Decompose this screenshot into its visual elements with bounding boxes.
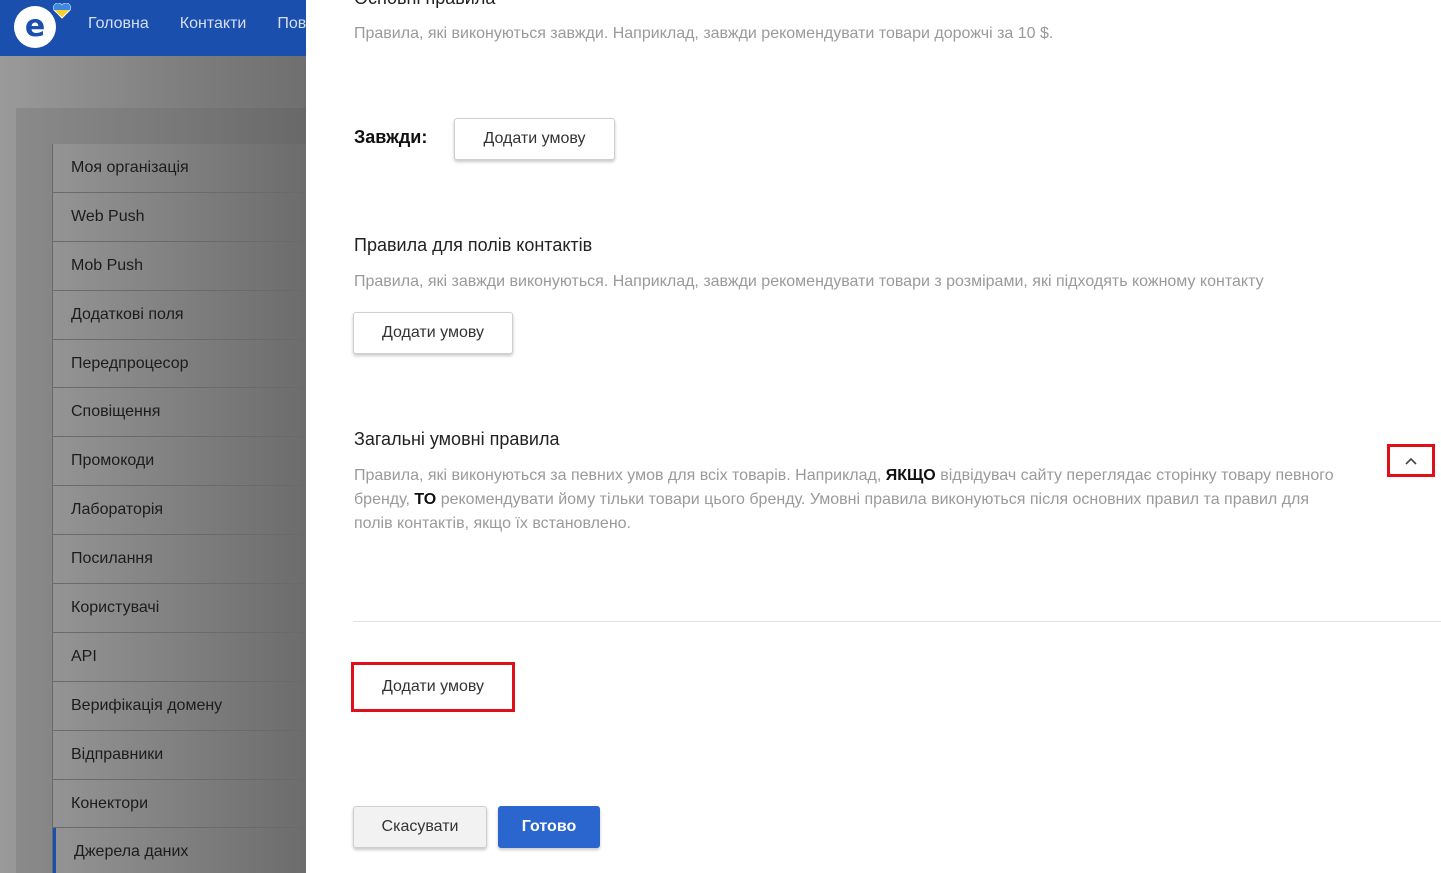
sidebar-item-promocodes[interactable]: Промокоди	[53, 437, 306, 487]
sidebar-item-connectors[interactable]: Конектори	[53, 780, 306, 829]
sidebar-item-label: API	[71, 647, 97, 665]
sidebar-item-label: Промокоди	[71, 452, 155, 470]
sidebar-item-label: Лабораторія	[71, 501, 164, 519]
collapse-section-button[interactable]	[1391, 448, 1431, 474]
always-label: Завжди:	[354, 127, 428, 147]
sidebar-item-data-sources[interactable]: Джерела даних	[53, 828, 306, 873]
contact-rules-description: Правила, які завжди виконуються. Наприкл…	[354, 273, 1264, 290]
sidebar-item-web-push[interactable]: Web Push	[53, 193, 306, 242]
chevron-up-icon	[1405, 457, 1417, 465]
background-app-overlay: e Головна Контакти Пові Моя організація …	[0, 0, 306, 873]
conditional-rules-title: Загальні умовні правила	[354, 429, 560, 449]
top-nav: Головна Контакти Пові	[88, 15, 306, 33]
done-button[interactable]: Готово	[498, 806, 600, 848]
sidebar-item-notifications[interactable]: Сповіщення	[53, 388, 306, 438]
nav-notifications[interactable]: Пові	[277, 15, 306, 33]
basic-rules-title: Основні правила	[354, 0, 495, 9]
nav-home[interactable]: Головна	[88, 15, 149, 33]
keyword-then: ТО	[414, 491, 437, 508]
add-condition-conditional-button[interactable]: Додати умову	[356, 667, 510, 707]
sidebar-item-label: Посилання	[71, 550, 153, 568]
sidebar-item-domain-verification[interactable]: Верифікація домену	[53, 682, 306, 731]
sidebar-item-preprocessor[interactable]: Передпроцесор	[53, 340, 306, 389]
app-logo[interactable]: e	[14, 6, 56, 48]
sidebar-item-users[interactable]: Користувачі	[53, 584, 306, 633]
logo-e-icon: e	[24, 9, 46, 44]
sidebar-item-api[interactable]: API	[53, 633, 306, 682]
settings-sidebar: Моя організація Web Push Mob Push Додатк…	[52, 144, 306, 873]
sidebar-item-label: Користувачі	[71, 598, 160, 616]
sidebar-item-label: Джерела даних	[74, 843, 189, 861]
heart-icon	[52, 3, 72, 19]
top-navbar: e Головна Контакти Пові	[0, 0, 306, 56]
desc-text: Правила, які виконуються за певних умов …	[354, 467, 886, 484]
sidebar-item-label: Моя організація	[71, 158, 189, 176]
basic-rules-description: Правила, які виконуються завжди. Наприкл…	[354, 25, 1054, 42]
keyword-if: ЯКЩО	[885, 467, 936, 484]
sidebar-item-links[interactable]: Посилання	[53, 535, 306, 585]
sidebar-item-label: Сповіщення	[71, 403, 161, 421]
add-condition-always-button[interactable]: Додати умову	[454, 118, 615, 160]
contact-rules-title: Правила для полів контактів	[354, 235, 593, 255]
conditional-rules-description: Правила, які виконуються за певних умов …	[354, 464, 1344, 536]
section-divider	[353, 621, 1441, 622]
desc-text: рекомендувати йому тільки товари цього б…	[354, 491, 1310, 532]
sidebar-item-label: Web Push	[71, 207, 145, 225]
add-condition-contact-button[interactable]: Додати умову	[353, 312, 513, 354]
rules-panel: Основні правила Правила, які виконуються…	[306, 0, 1441, 873]
sidebar-item-label: Mob Push	[71, 256, 144, 274]
sidebar-item-senders[interactable]: Відправники	[53, 731, 306, 780]
sidebar-item-mob-push[interactable]: Mob Push	[53, 242, 306, 291]
sidebar-item-label: Конектори	[71, 794, 149, 812]
sidebar-item-organization[interactable]: Моя організація	[53, 144, 306, 193]
sidebar-item-laboratory[interactable]: Лабораторія	[53, 486, 306, 536]
sidebar-item-label: Відправники	[71, 745, 164, 763]
cancel-button[interactable]: Скасувати	[353, 806, 487, 848]
sidebar-item-label: Верифікація домену	[71, 696, 223, 714]
sidebar-item-extra-fields[interactable]: Додаткові поля	[53, 291, 306, 340]
sidebar-item-label: Передпроцесор	[71, 354, 189, 372]
nav-contacts[interactable]: Контакти	[180, 15, 247, 33]
sidebar-item-label: Додаткові поля	[71, 305, 184, 323]
